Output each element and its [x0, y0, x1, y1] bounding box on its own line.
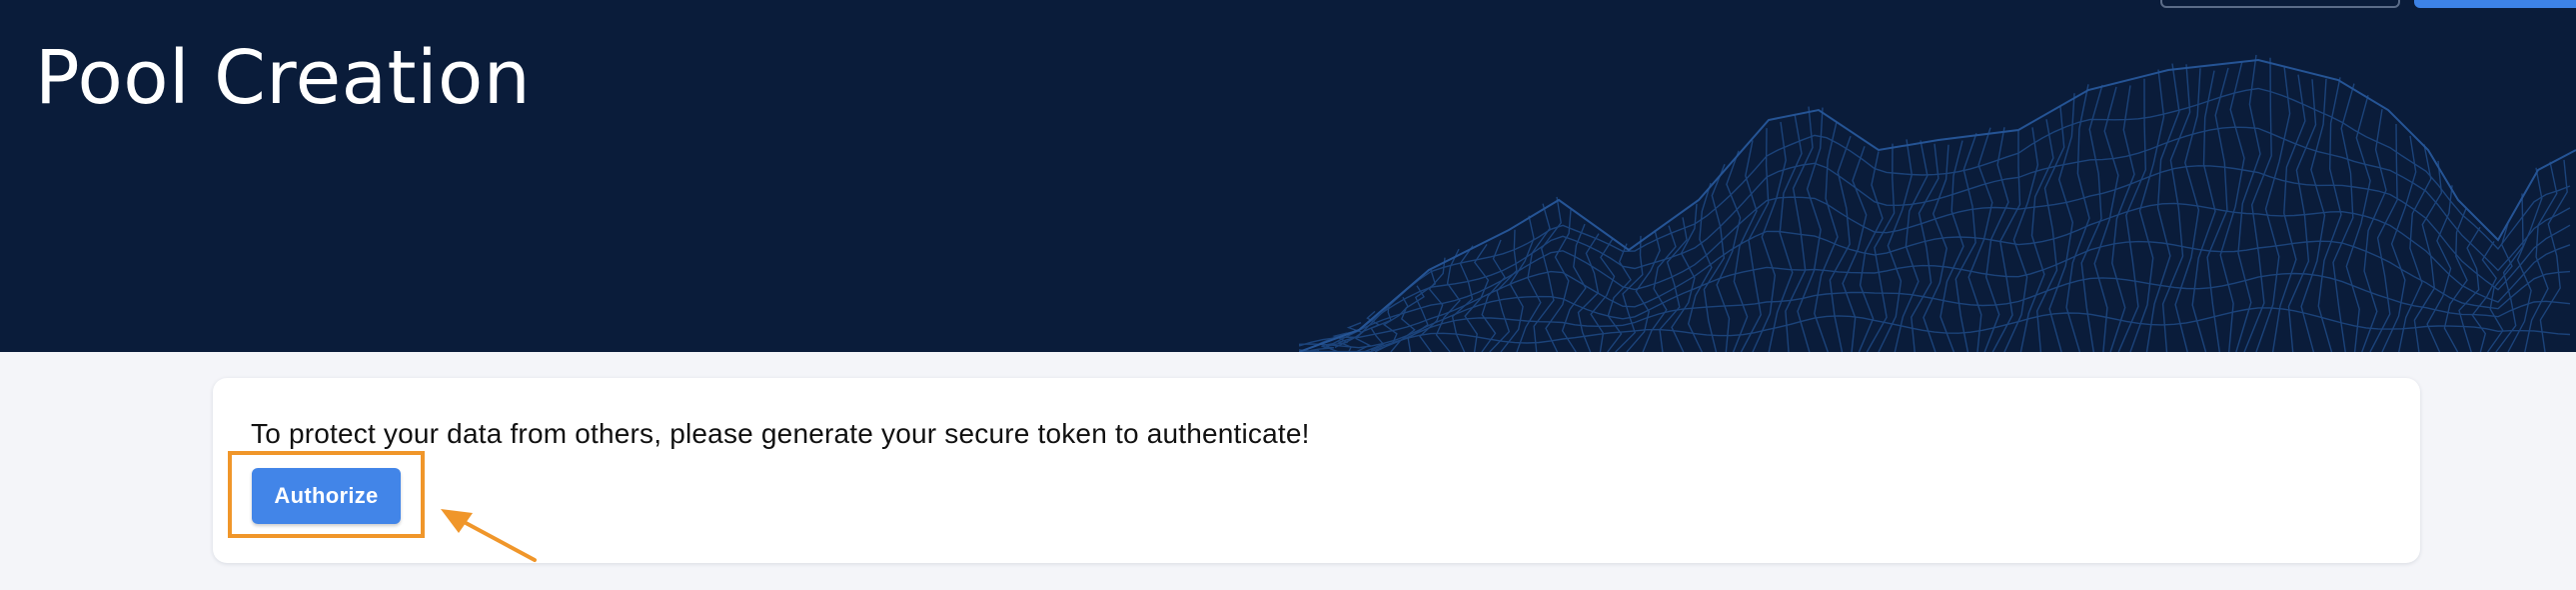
auth-message: To protect your data from others, please… [251, 418, 1310, 449]
page-header: Pool Creation [0, 0, 2576, 352]
wireframe-mountain-graphic [1299, 54, 2576, 352]
authorize-button[interactable]: Authorize [252, 468, 401, 524]
page-title: Pool Creation [35, 35, 532, 121]
auth-card: To protect your data from others, please… [213, 378, 2420, 563]
